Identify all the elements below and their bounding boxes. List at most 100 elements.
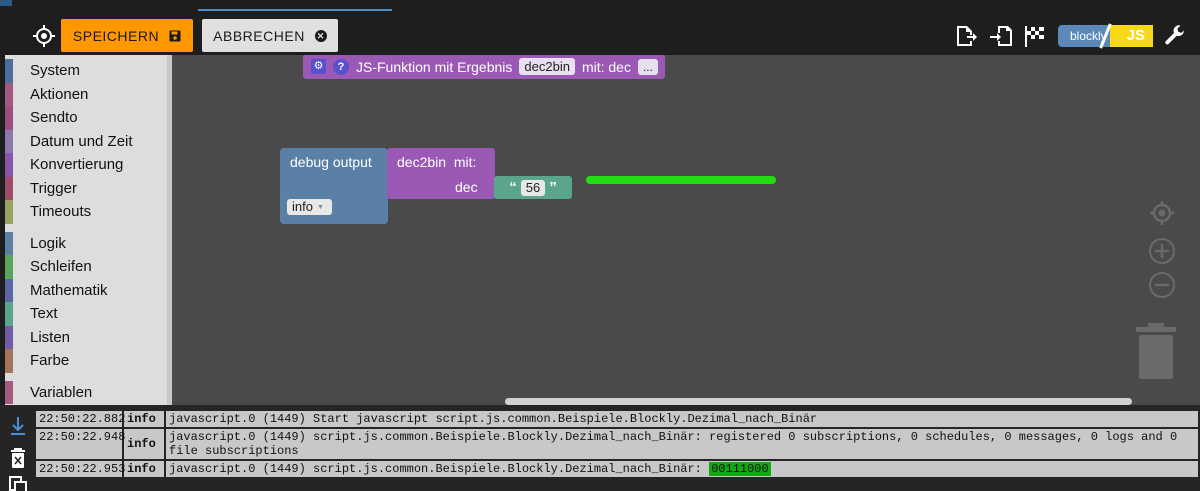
debug-output-block[interactable]: debug output info ▼ <box>280 148 388 224</box>
function-name-field[interactable]: dec2bin <box>519 58 575 75</box>
category-color-swatch <box>5 231 13 255</box>
category-color-swatch <box>5 200 13 224</box>
zoom-out-icon[interactable] <box>1148 271 1176 299</box>
category-item[interactable]: Schleifen <box>5 255 172 279</box>
log-message: javascript.0 (1449) script.js.common.Bei… <box>169 430 1178 458</box>
cancel-label: ABBRECHEN <box>213 27 305 44</box>
log-panel: 22:50:22.882 info javascript.0 (1449) Star… <box>0 405 1200 491</box>
function-params-text: mit: dec <box>581 58 631 75</box>
category-item[interactable]: Trigger <box>5 176 172 200</box>
log-row: 22:50:22.882 info javascript.0 (1449) Star… <box>36 411 1200 429</box>
toolbar: SPEICHERN ABBRECHEN ✕ blockly JS <box>0 0 1200 55</box>
log-time: 22:50:22.953 <box>36 461 125 477</box>
function-block-text: JS-Funktion mit Ergebnis <box>356 58 513 75</box>
category-color-swatch <box>5 106 13 130</box>
function-definition-block[interactable]: ⚙ ? JS-Funktion mit Ergebnis dec2bin mit… <box>303 55 665 79</box>
trash-icon[interactable] <box>1136 323 1176 379</box>
log-time: 22:50:22.882 <box>36 411 125 427</box>
category-label: Listen <box>30 328 71 346</box>
category-item[interactable]: System <box>5 59 172 83</box>
toolbar-corner <box>0 0 12 6</box>
log-message-cell: javascript.0 (1449) script.js.common.Bei… <box>166 429 1200 459</box>
category-color-swatch <box>5 255 13 279</box>
gear-icon[interactable]: ⚙ <box>311 59 326 74</box>
category-label: Timeouts <box>30 203 92 221</box>
category-label: Datum und Zeit <box>30 132 133 150</box>
category-color-swatch <box>5 278 13 302</box>
category-label: Trigger <box>30 179 77 197</box>
category-separator <box>5 224 172 232</box>
log-message: javascript.0 (1449) script.js.common.Bei… <box>169 462 710 476</box>
text-value-field[interactable]: 56 <box>520 179 546 196</box>
log-message-cell: javascript.0 (1449) Start javascript scr… <box>166 411 1200 427</box>
export-icon[interactable] <box>954 24 978 48</box>
log-row: 22:50:22.948 info javascript.0 (1449) scri… <box>36 429 1200 461</box>
category-item[interactable]: Aktionen <box>5 82 172 106</box>
log-level: info <box>124 461 166 477</box>
open-quote-icon: “ <box>509 179 517 196</box>
recenter-icon[interactable] <box>1148 199 1176 227</box>
category-separator <box>5 373 172 381</box>
log-level-value: info <box>292 199 313 214</box>
category-item[interactable]: Konvertierung <box>5 153 172 177</box>
log-level: info <box>124 429 166 459</box>
category-label: Sendto <box>30 109 78 127</box>
close-circle-icon: ✕ <box>314 29 327 42</box>
category-color-swatch <box>5 153 13 177</box>
save-button[interactable]: SPEICHERN <box>61 19 193 52</box>
log-row: 22:50:22.953 info javascript.0 (1449) scri… <box>36 461 1200 479</box>
help-icon[interactable]: ? <box>333 58 349 75</box>
category-item[interactable]: Text <box>5 302 172 326</box>
category-item[interactable]: Mathematik <box>5 278 172 302</box>
log-table: 22:50:22.882 info javascript.0 (1449) Star… <box>36 411 1200 479</box>
log-message-cell: javascript.0 (1449) script.js.common.Bei… <box>166 461 1200 477</box>
blockly-workspace[interactable]: ⚙ ? JS-Funktion mit Ergebnis dec2bin mit… <box>172 55 1200 405</box>
debug-block-label: debug output <box>290 154 372 170</box>
zoom-in-icon[interactable] <box>1148 237 1176 265</box>
text-value-block[interactable]: “ 56 ” <box>494 176 572 199</box>
edit-code-button[interactable]: ... <box>637 58 658 75</box>
category-label: Aktionen <box>30 85 89 103</box>
locate-icon[interactable] <box>32 24 56 48</box>
category-color-swatch <box>5 349 13 373</box>
log-time: 22:50:22.948 <box>36 429 125 459</box>
workspace-scrollbar[interactable] <box>505 398 1132 405</box>
category-color-swatch <box>5 302 13 326</box>
wrench-icon[interactable] <box>1163 24 1187 48</box>
category-label: Konvertierung <box>30 156 124 174</box>
category-item[interactable]: Variablen <box>5 380 172 404</box>
log-message: javascript.0 (1449) Start javascript scr… <box>169 412 818 426</box>
clear-log-icon[interactable] <box>9 448 27 468</box>
blockly-js-toggle[interactable]: blockly JS <box>1058 23 1153 49</box>
category-label: System <box>30 62 81 80</box>
category-color-swatch <box>5 129 13 153</box>
checkered-flag-icon[interactable] <box>1022 24 1046 48</box>
category-item[interactable]: Datum und Zeit <box>5 129 172 153</box>
category-label: Text <box>30 305 58 323</box>
cancel-button[interactable]: ABBRECHEN ✕ <box>202 19 338 52</box>
import-icon[interactable] <box>989 24 1013 48</box>
log-result-highlight: 00111000 <box>709 462 771 476</box>
scroll-down-icon[interactable] <box>9 416 27 436</box>
category-item[interactable]: Timeouts <box>5 200 172 224</box>
category-item[interactable]: Sendto <box>5 106 172 130</box>
log-level-dropdown[interactable]: info ▼ <box>287 199 332 215</box>
highlight-marker <box>586 176 776 184</box>
call-block-label: dec2bin mit: <box>397 154 477 170</box>
category-toolbox: System Aktionen Sendto Datum und Zeit Konver… <box>5 55 172 405</box>
function-call-block[interactable]: dec2bin mit: dec <box>387 148 495 199</box>
category-item[interactable]: Logik <box>5 231 172 255</box>
category-label: Variablen <box>30 383 93 401</box>
category-item[interactable]: Farbe <box>5 349 172 373</box>
floppy-icon <box>169 30 181 41</box>
call-param-label: dec <box>455 179 478 195</box>
category-item[interactable]: Listen <box>5 325 172 349</box>
category-label: Farbe <box>30 352 70 370</box>
close-quote-icon: ” <box>549 179 557 196</box>
category-color-swatch <box>5 176 13 200</box>
category-color-swatch <box>5 380 13 404</box>
category-label: Logik <box>30 234 66 252</box>
active-tab-indicator <box>198 9 392 11</box>
copy-icon[interactable] <box>9 476 27 491</box>
category-color-swatch <box>5 325 13 349</box>
